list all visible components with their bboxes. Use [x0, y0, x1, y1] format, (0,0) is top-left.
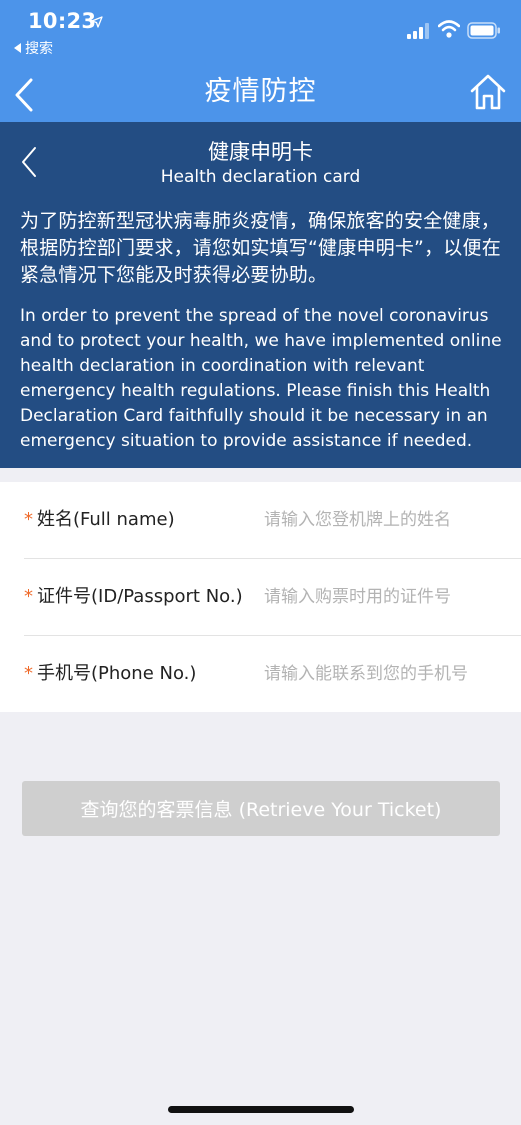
- health-info-panel: 健康申明卡 Health declaration card 为了防控新型冠状病毒…: [0, 122, 521, 468]
- phone-label: * 手机号(Phone No.): [24, 636, 196, 712]
- wifi-icon: [438, 20, 460, 38]
- retrieve-ticket-button[interactable]: 查询您的客票信息 (Retrieve Your Ticket): [22, 781, 500, 836]
- required-mark: *: [24, 663, 33, 684]
- form-row-id-number: * 证件号(ID/Passport No.): [24, 559, 521, 636]
- page-title: 疫情防控: [204, 76, 317, 107]
- full-name-input[interactable]: [264, 500, 514, 540]
- panel-title-zh: 健康申明卡: [208, 140, 313, 164]
- location-arrow-icon: [91, 16, 103, 28]
- panel-description-en: In order to prevent the spread of the no…: [20, 306, 502, 451]
- required-mark: *: [24, 509, 33, 530]
- home-indicator[interactable]: [168, 1106, 354, 1113]
- required-mark: *: [24, 586, 33, 607]
- id-number-label: * 证件号(ID/Passport No.): [24, 559, 243, 635]
- panel-title-en: Health declaration card: [160, 167, 361, 187]
- full-name-label-text: 姓名(Full name): [37, 509, 175, 530]
- declaration-form: *姓名(Full name) *证件号(ID/Passport No.) *手机…: [0, 482, 521, 712]
- phone-label-text: 手机号(Phone No.): [37, 663, 197, 684]
- back-to-app-link[interactable]: 搜索: [14, 38, 53, 58]
- nav-bar: 疫情防控: [0, 68, 521, 122]
- form-row-phone: * 手机号(Phone No.): [24, 636, 521, 712]
- id-number-label-text: 证件号(ID/Passport No.): [37, 586, 243, 607]
- back-app-label: 搜索: [25, 41, 53, 57]
- cellular-signal-icon: [407, 23, 429, 39]
- back-triangle-icon: [14, 43, 21, 53]
- home-icon[interactable]: [469, 72, 507, 112]
- full-name-label: * 姓名(Full name): [24, 482, 175, 558]
- status-time: 10:23: [28, 9, 97, 33]
- status-bar: 10:23 搜索: [0, 0, 521, 68]
- phone-input[interactable]: [264, 654, 514, 694]
- battery-icon: [467, 22, 500, 39]
- id-number-input[interactable]: [264, 577, 514, 617]
- panel-description-zh: 为了防控新型冠状病毒肺炎疫情，确保旅客的安全健康，根据防控部门要求，请您如实填写…: [20, 210, 501, 286]
- form-row-full-name: * 姓名(Full name): [24, 482, 521, 559]
